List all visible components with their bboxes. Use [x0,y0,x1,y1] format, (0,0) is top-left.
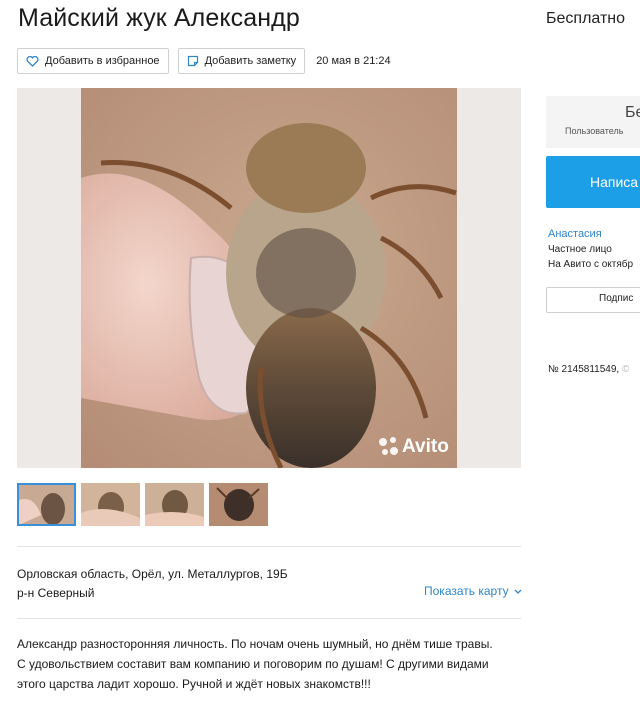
add-favorite-button[interactable]: Добавить в избранное [17,48,169,74]
listing-title: Майский жук Александр [18,4,300,32]
seller-name-link[interactable]: Анастасия [548,228,602,240]
add-note-button[interactable]: Добавить заметку [177,48,306,74]
note-icon [187,55,198,67]
address-text: Орловская область, Орёл, ул. Металлургов… [17,567,288,581]
add-favorite-label: Добавить в избранное [45,55,160,67]
seller-since: На Авито с октябр [548,259,634,270]
divider-bottom [17,618,521,619]
ad-number-tail: © [621,364,630,375]
thumbnail-3[interactable] [145,483,204,526]
thumbnail-strip [17,483,273,526]
divider-top [17,546,521,547]
ad-number: № 2145811549, © [548,364,629,375]
safe-deal-subtitle: Пользователь [565,126,624,136]
ad-number-text: № 2145811549, [548,364,620,375]
district-text: р-н Северный [17,586,95,600]
heart-icon [26,55,39,67]
show-map-link[interactable]: Показать карту [424,584,522,598]
description-line-2: С удовольствием составит вам компанию и … [17,657,489,671]
photo-gallery[interactable]: Avito [17,88,521,468]
chevron-down-icon [514,589,522,594]
subscribe-label: Подпис [599,293,634,304]
write-message-label: Написа [590,174,639,190]
location-block: Орловская область, Орёл, ул. Металлургов… [17,565,288,603]
listing-actions: Добавить в избранное Добавить заметку 20… [17,48,391,74]
add-note-label: Добавить заметку [204,55,297,67]
listing-price: Бесплатно [546,10,626,27]
thumbnail-4[interactable] [209,483,268,526]
show-map-label: Показать карту [424,584,509,598]
subscribe-button[interactable]: Подпис [546,287,640,313]
seller-type: Частное лицо [548,244,612,255]
description-line-1: Александр разносторонняя личность. По но… [17,637,493,651]
beetle-photo-image [81,88,457,468]
description-line-3: этого царства ладит хорошо. Ручной и ждё… [17,677,371,691]
avito-watermark-text: Avito [402,436,449,457]
thumbnail-2[interactable] [81,483,140,526]
safe-deal-title: Бе [625,104,640,121]
main-photo[interactable]: Avito [81,88,457,468]
thumbnail-1[interactable] [17,483,76,526]
description: Александр разносторонняя личность. По но… [17,634,527,694]
safe-deal-card: Бе Пользователь [546,96,640,148]
listing-date: 20 мая в 21:24 [316,55,391,67]
write-message-button[interactable]: Написа [546,156,640,208]
